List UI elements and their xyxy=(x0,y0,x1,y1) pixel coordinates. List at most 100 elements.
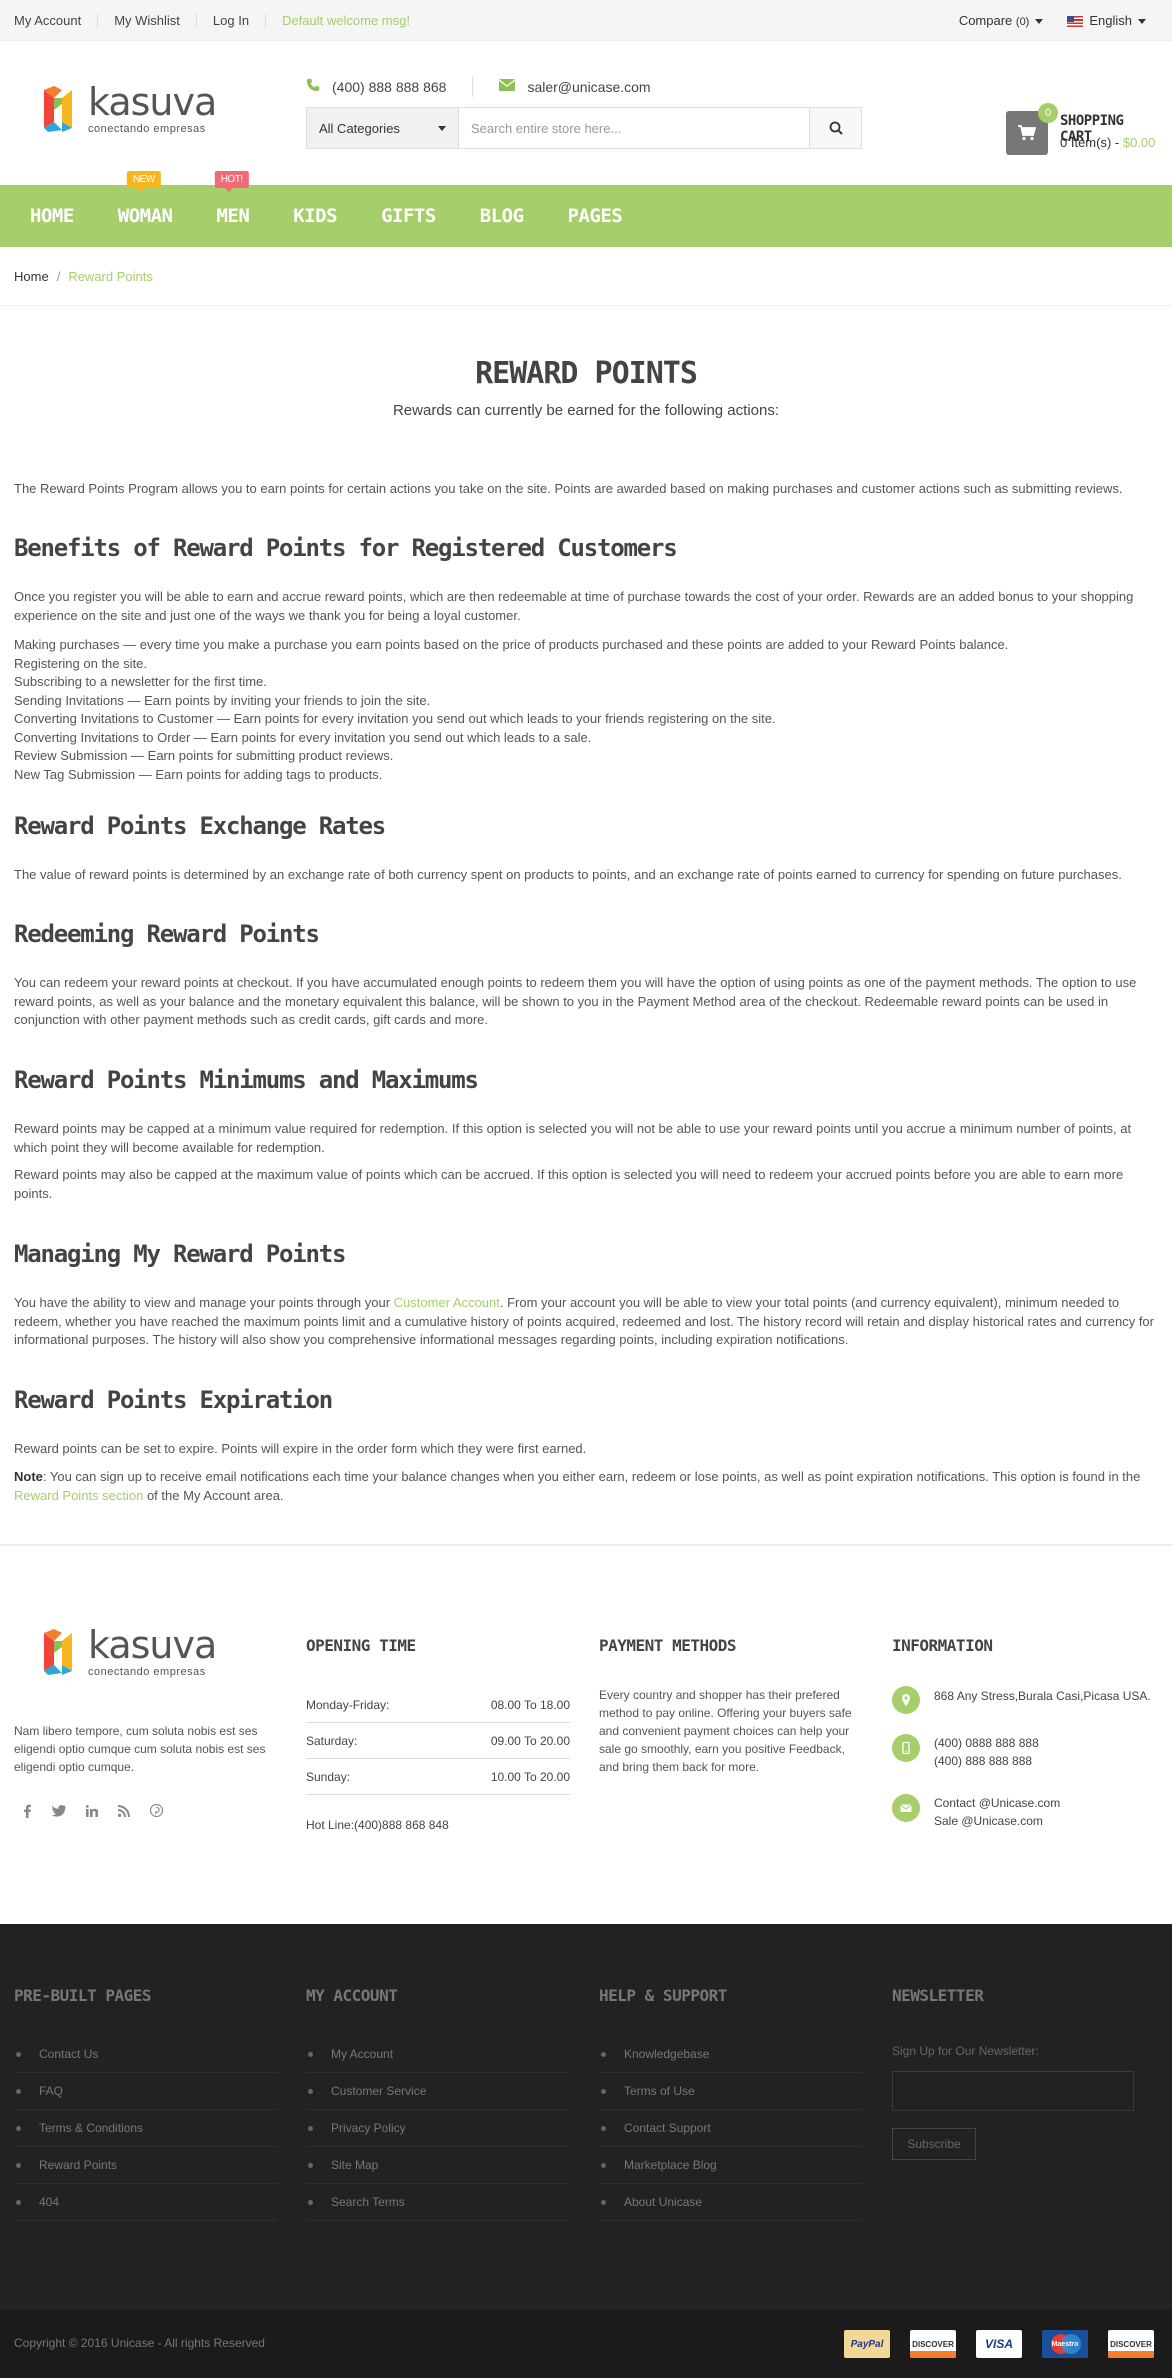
search-icon xyxy=(829,121,843,135)
newsletter-title: NEWSLETTER xyxy=(892,1986,984,2005)
footer-link[interactable]: Site Map xyxy=(306,2147,570,2184)
footer-link[interactable]: 404 xyxy=(14,2184,278,2221)
visa-label: VISA xyxy=(984,2337,1013,2351)
nav-label: GIFTS xyxy=(381,205,436,227)
nav-item-kids[interactable]: KIDS xyxy=(277,185,337,247)
linkedin-icon[interactable] xyxy=(85,1804,98,1821)
nav-item-gifts[interactable]: GIFTS xyxy=(365,185,436,247)
rss-icon[interactable] xyxy=(118,1804,130,1821)
nav-item-men[interactable]: HOT! MEN xyxy=(200,171,250,247)
header-phone: (400) 888 888 868 xyxy=(332,79,447,95)
search-input[interactable] xyxy=(459,108,809,148)
logo[interactable]: kasuva conectando empresas xyxy=(40,83,217,135)
footer-about: Nam libero tempore, cum soluta nobis est… xyxy=(14,1724,266,1774)
my-account-link[interactable]: My Account xyxy=(14,13,81,28)
earn-actions-list: Making purchases — every time you make a… xyxy=(14,636,1158,784)
footer-link[interactable]: Marketplace Blog xyxy=(599,2147,863,2184)
chevron-down-icon xyxy=(438,125,446,131)
footer-info: kasuva conectando empresas Nam libero te… xyxy=(0,1546,1172,1924)
map-marker-icon xyxy=(892,1686,920,1714)
search-button[interactable] xyxy=(809,108,861,148)
footer-link[interactable]: Privacy Policy xyxy=(306,2110,570,2147)
footer-link[interactable]: Search Terms xyxy=(306,2184,570,2221)
customer-account-link[interactable]: Customer Account xyxy=(394,1295,500,1310)
nav-item-blog[interactable]: BLOG xyxy=(464,185,524,247)
section-text: Reward points may also be capped at the … xyxy=(14,1167,1124,1201)
search-bar: All Categories xyxy=(306,107,862,149)
cart-count-badge: 0 xyxy=(1038,103,1058,123)
email-row: Contact @Unicase.com Sale @Unicase.com xyxy=(892,1794,1060,1830)
footer-bottom: Copyright © 2016 Unicase - All rights Re… xyxy=(0,2310,1172,2378)
nav-label: MEN xyxy=(216,205,250,227)
copyright: Copyright © 2016 Unicase - All rights Re… xyxy=(14,2336,265,2350)
hours-time: 09.00 To 20.00 xyxy=(490,1734,570,1748)
breadcrumb-home[interactable]: Home xyxy=(14,269,49,284)
divider xyxy=(265,13,267,28)
breadcrumb: Home / Reward Points xyxy=(14,269,153,284)
footer-col-title: MY ACCOUNT xyxy=(306,1986,398,2005)
envelope-icon xyxy=(499,78,516,96)
divider xyxy=(472,77,474,97)
footer-link[interactable]: About Unicase xyxy=(599,2184,863,2221)
envelope-icon xyxy=(892,1794,920,1822)
my-wishlist-link[interactable]: My Wishlist xyxy=(114,13,180,28)
footer-link[interactable]: Customer Service xyxy=(306,2073,570,2110)
footer-link[interactable]: Contact Us xyxy=(14,2036,278,2073)
reward-points-section-link[interactable]: Reward Points section xyxy=(14,1488,143,1503)
main-nav: HOME NEW WOMAN HOT! MEN KIDS GIFTS BLOG PA… xyxy=(0,171,1172,247)
hours-time: 10.00 To 20.00 xyxy=(490,1770,570,1784)
discover-icon: DISCOVER xyxy=(910,2330,956,2358)
mobile-icon xyxy=(892,1734,920,1762)
compare-count: (0) xyxy=(1015,16,1030,28)
footer-logo[interactable]: kasuva conectando empresas xyxy=(40,1626,217,1678)
section-text: Reward points may be capped at a minimum… xyxy=(14,1121,1132,1155)
footer-link[interactable]: FAQ xyxy=(14,2073,278,2110)
language-dropdown[interactable]: English xyxy=(1043,13,1146,28)
opening-time-title: OPENING TIME xyxy=(306,1636,416,1655)
hours-row: Sunday: 10.00 To 20.00 xyxy=(306,1770,570,1784)
cart-icon xyxy=(1018,125,1036,141)
information-title: INFORMATION xyxy=(892,1636,993,1655)
footer-link[interactable]: Reward Points xyxy=(14,2147,278,2184)
list-item: New Tag Submission — Earn points for add… xyxy=(14,766,383,782)
nav-item-woman[interactable]: NEW WOMAN xyxy=(102,171,173,247)
category-select-value: All Categories xyxy=(319,120,400,136)
visa-icon: VISA xyxy=(976,2330,1022,2358)
section-heading: Reward Points Exchange Rates xyxy=(14,812,386,840)
address: 868 Any Stress,Burala Casi,Picasa USA. xyxy=(934,1689,1151,1703)
pinterest-icon[interactable] xyxy=(149,1803,164,1821)
hotline: Hot Line:(400)888 868 848 xyxy=(306,1818,449,1832)
phone-numbers: (400) 0888 888 888 (400) 888 888 888 xyxy=(934,1734,1039,1770)
nav-item-home[interactable]: HOME xyxy=(14,185,74,247)
nav-item-pages[interactable]: PAGES xyxy=(552,185,623,247)
section-heading: Redeeming Reward Points xyxy=(14,920,320,948)
shopping-cart[interactable]: 0 SHOPPING CART 0 Item(s) - $0.00 xyxy=(1006,103,1156,161)
hot-badge: HOT! xyxy=(214,171,249,192)
footer-link[interactable]: Terms of Use xyxy=(599,2073,863,2110)
footer-link[interactable]: Knowledgebase xyxy=(599,2036,863,2073)
hours-day: Sunday: xyxy=(306,1770,351,1784)
footer-link[interactable]: Contact Support xyxy=(599,2110,863,2147)
hours-day: Saturday: xyxy=(306,1734,358,1748)
compare-label: Compare xyxy=(958,13,1013,28)
maestro-icon: Maestro xyxy=(1042,2330,1088,2358)
compare-dropdown[interactable]: Compare (0) xyxy=(959,13,1044,28)
twitter-icon[interactable] xyxy=(51,1804,66,1821)
section-text: The value of reward points is determined… xyxy=(14,867,1122,882)
cart-items: 0 Item(s) - xyxy=(1060,135,1120,150)
footer-link[interactable]: My Account xyxy=(306,2036,570,2073)
list-item: Subscribing to a newsletter for the firs… xyxy=(14,674,267,689)
footer-link[interactable]: Terms & Conditions xyxy=(14,2110,278,2147)
address-row: 868 Any Stress,Burala Casi,Picasa USA. xyxy=(892,1686,1151,1714)
discover-label: DISCOVER xyxy=(1110,2339,1152,2349)
subscribe-button[interactable]: Subscribe xyxy=(892,2128,976,2160)
top-links: My Account My Wishlist Log In Default we… xyxy=(14,0,410,41)
facebook-icon[interactable] xyxy=(22,1804,32,1821)
emails: Contact @Unicase.com Sale @Unicase.com xyxy=(934,1794,1060,1830)
footer-link-list: My Account Customer Service Privacy Poli… xyxy=(306,2036,570,2221)
newsletter-email-input[interactable] xyxy=(892,2071,1134,2111)
category-select[interactable]: All Categories xyxy=(307,108,459,148)
footer-col-title: HELP & SUPPORT xyxy=(599,1986,727,2005)
section-heading: Reward Points Minimums and Maximums xyxy=(14,1066,479,1094)
login-link[interactable]: Log In xyxy=(213,13,249,28)
